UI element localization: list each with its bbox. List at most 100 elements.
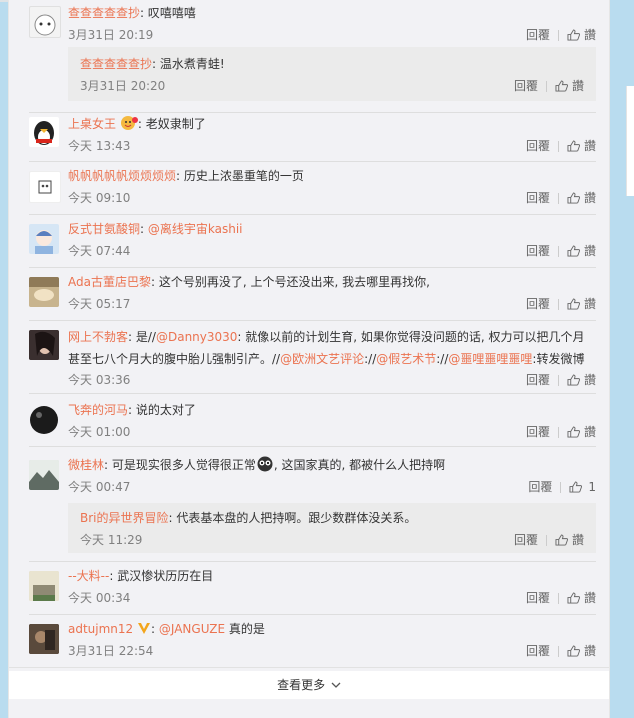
comment-username[interactable]: adtujmn12 <box>68 622 133 636</box>
chevron-down-icon <box>331 682 341 688</box>
comment-text-line: 网上不勃客: 是//@Danny3030: 就像以前的计划生育, 如果你觉得没问… <box>68 330 585 344</box>
like-button[interactable]: 讚 <box>555 530 584 550</box>
comment-meta: 今天 09:10 回覆 讚 <box>68 188 596 208</box>
reply-button[interactable]: 回覆 <box>526 241 550 261</box>
see-more-button[interactable]: 查看更多 <box>9 671 609 699</box>
reply-button[interactable]: 回覆 <box>526 370 550 390</box>
comment-username[interactable]: 飞奔的河马 <box>68 403 128 417</box>
reply-meta: 3月31日 20:20 回覆 讚 <box>80 76 584 96</box>
reply-button[interactable]: 回覆 <box>526 25 550 45</box>
divider <box>545 534 547 546</box>
avatar[interactable] <box>29 6 61 38</box>
avatar[interactable] <box>29 405 59 435</box>
comment-actions: 回覆 讚 <box>526 188 596 208</box>
comment-text-line: 甚至七八个月大的腹中胎儿强制引产。//@欧洲文艺评论://@假艺术节://@噩哩… <box>68 348 596 370</box>
like-button[interactable]: 讚 <box>567 370 596 390</box>
divider <box>557 140 559 152</box>
thumbs-up-icon <box>555 534 568 546</box>
thumbs-up-icon <box>567 645 580 657</box>
comment-text: 甚至七八个月大的腹中胎儿强制引产。// <box>68 352 281 366</box>
comment-text: 可是现实很多人觉得很正常 <box>111 458 256 472</box>
mention-link[interactable]: @假艺术节 <box>376 352 436 366</box>
comment-time: 今天 07:44 <box>68 244 131 258</box>
comment-item: 微桂林: 可是现实很多人觉得很正常, 这国家真的, 都被什么人把持啊 今天 00… <box>29 446 596 562</box>
reply-time: 3月31日 20:20 <box>80 79 166 93</box>
reply-button[interactable]: 回覆 <box>528 477 552 497</box>
comment-time: 今天 13:43 <box>68 139 131 153</box>
mention-link[interactable]: @噩哩噩哩噩哩 <box>448 352 532 366</box>
comment-item: --大料--: 武汉惨状历历在目 今天 00:34 回覆 讚 <box>29 561 596 615</box>
like-button[interactable]: 讚 <box>567 25 596 45</box>
comment-meta: 3月31日 22:54 回覆 讚 <box>68 641 596 661</box>
comment-list: 查查查查查抄: 叹嘻嘻嘻 3月31日 20:19 回覆 讚 查查查查查抄: 温水… <box>9 0 609 718</box>
like-button[interactable]: 讚 <box>567 136 596 156</box>
comment-content: 反式甘氨酸铜: @离线宇宙kashii 今天 07:44 回覆 讚 <box>68 220 596 261</box>
comment-item: 网上不勃客: 是//@Danny3030: 就像以前的计划生育, 如果你觉得没问… <box>29 320 596 394</box>
like-button[interactable]: 讚 <box>567 294 596 314</box>
avatar-robot-icon <box>38 180 52 194</box>
avatar[interactable] <box>29 460 59 490</box>
comment-content: 查查查查查抄: 叹嘻嘻嘻 3月31日 20:19 回覆 讚 <box>68 4 596 45</box>
like-button[interactable]: 讚 <box>567 241 596 261</box>
comment-time: 今天 00:34 <box>68 591 131 605</box>
comment-meta: 3月31日 20:19 回覆 讚 <box>68 25 596 45</box>
thumbs-up-icon <box>567 374 580 386</box>
comment-username[interactable]: Ada古董店巴黎 <box>68 275 151 289</box>
comment-username[interactable]: 反式甘氨酸铜 <box>68 222 140 236</box>
comment-text-line: --大料--: 武汉惨状历历在目 <box>68 569 214 583</box>
like-button[interactable]: 讚 <box>567 641 596 661</box>
like-label: 讚 <box>583 425 596 439</box>
reply-button[interactable]: 回覆 <box>526 188 550 208</box>
reply-button[interactable]: 回覆 <box>514 530 538 550</box>
reply-button[interactable]: 回覆 <box>526 588 550 608</box>
comment-time: 3月31日 20:19 <box>68 28 154 42</box>
like-label: 讚 <box>583 244 596 258</box>
like-button[interactable]: 讚 <box>567 188 596 208</box>
reply-username[interactable]: Bri的异世界冒险 <box>80 511 169 525</box>
reply-button[interactable]: 回覆 <box>526 294 550 314</box>
mention-link[interactable]: @Danny3030 <box>156 330 237 344</box>
avatar[interactable] <box>29 171 61 203</box>
avatar[interactable] <box>29 624 59 654</box>
list-bottom-divider <box>9 667 609 668</box>
avatar[interactable] <box>29 117 59 147</box>
mention-link[interactable]: @离线宇宙kashii <box>148 222 243 236</box>
like-button[interactable]: 1 <box>569 477 596 497</box>
reply-button[interactable]: 回覆 <box>526 136 550 156</box>
mention-link[interactable]: @JANGUZE <box>159 622 225 636</box>
like-label: 讚 <box>583 373 596 387</box>
mention-link[interactable]: @欧洲文艺评论 <box>280 352 364 366</box>
comment-username[interactable]: 网上不勃客 <box>68 330 128 344</box>
comment-item: 查查查查查抄: 叹嘻嘻嘻 3月31日 20:19 回覆 讚 查查查查查抄: 温水… <box>29 0 596 113</box>
comment-content: adtujmn12 : @JANGUZE 真的是 3月31日 22:54 回覆 … <box>68 620 596 661</box>
like-label: 讚 <box>583 644 596 658</box>
reply-button[interactable]: 回覆 <box>514 76 538 96</box>
avatar[interactable] <box>29 224 59 254</box>
avatar-anime-icon <box>35 230 53 254</box>
reply-button[interactable]: 回覆 <box>526 422 550 442</box>
comment-text-line: 上桌女王 : 老奴隶制了 <box>68 116 206 131</box>
avatar[interactable] <box>29 330 59 360</box>
like-button[interactable]: 讚 <box>567 588 596 608</box>
comment-username[interactable]: 上桌女王 <box>68 117 116 131</box>
thumbs-up-icon <box>567 592 580 604</box>
reply-text: 代表基本盘的人把持啊。跟少数群体没关系。 <box>176 511 417 525</box>
avatar-penguin-icon <box>34 121 54 145</box>
divider <box>557 192 559 204</box>
like-button[interactable]: 讚 <box>567 422 596 442</box>
comment-username[interactable]: 查查查查查抄 <box>68 6 140 20</box>
comment-username[interactable]: 帆帆帆帆帆烦烦烦烦 <box>68 169 176 183</box>
comment-actions: 回覆 讚 <box>526 370 596 390</box>
like-button[interactable]: 讚 <box>555 76 584 96</box>
avatar[interactable] <box>29 571 59 601</box>
emoji-icon <box>257 456 273 472</box>
comment-text: , 这国家真的, 都被什么人把持啊 <box>273 458 446 472</box>
comment-content: 飞奔的河马: 说的太对了 今天 01:00 回覆 讚 <box>68 401 596 442</box>
reply-username[interactable]: 查查查查查抄 <box>80 57 152 71</box>
reply-button[interactable]: 回覆 <box>526 641 550 661</box>
avatar[interactable] <box>29 277 59 307</box>
comment-content: --大料--: 武汉惨状历历在目 今天 00:34 回覆 讚 <box>68 567 596 608</box>
comment-username[interactable]: --大料-- <box>68 569 109 583</box>
divider <box>557 592 559 604</box>
comment-username[interactable]: 微桂林 <box>68 458 104 472</box>
